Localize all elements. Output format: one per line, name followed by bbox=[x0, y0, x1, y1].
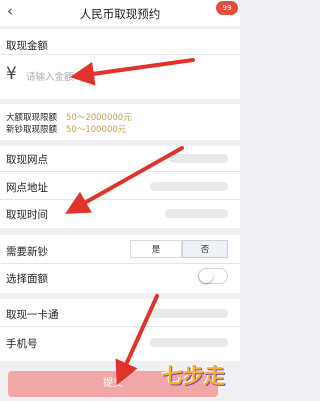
phone-label: 手机号 bbox=[6, 338, 38, 350]
large-limit-label: 大额取现限额 bbox=[6, 113, 58, 123]
time-value-blurred[interactable] bbox=[165, 209, 228, 218]
watermark-logo: 七步走 bbox=[162, 364, 225, 388]
new-notes-no-button[interactable]: 否 bbox=[182, 240, 228, 258]
card-value-blurred[interactable] bbox=[150, 309, 228, 318]
branch-value-blurred[interactable] bbox=[170, 154, 228, 163]
toggle-knob bbox=[199, 269, 213, 283]
address-value-blurred bbox=[150, 182, 228, 191]
yen-icon: ¥ bbox=[6, 64, 17, 84]
card-label[interactable]: 取现一卡通 bbox=[6, 307, 59, 322]
new-notes-limit-label: 新钞取现限额 bbox=[6, 125, 58, 135]
amount-section: 取现金额 bbox=[0, 29, 240, 99]
page-title: 人民币取现预约 bbox=[79, 7, 161, 21]
large-limit-value: 50～2000000元 bbox=[66, 113, 132, 123]
new-notes-label: 需要新钞 bbox=[6, 246, 48, 258]
time-label[interactable]: 取现时间 bbox=[6, 207, 48, 222]
amount-section-label: 取现金额 bbox=[6, 40, 48, 52]
address-label: 网点地址 bbox=[6, 182, 48, 194]
new-notes-yes-button[interactable]: 是 bbox=[130, 240, 182, 258]
divider bbox=[0, 199, 240, 200]
divider bbox=[0, 171, 240, 172]
phone-value-blurred[interactable] bbox=[150, 338, 228, 347]
divider bbox=[0, 54, 240, 55]
new-notes-limit-value: 50～100000元 bbox=[66, 125, 127, 135]
top-nav-bar: ‹ 人民币取现预约 99 bbox=[0, 0, 240, 26]
divider bbox=[0, 326, 240, 327]
denomination-toggle[interactable] bbox=[198, 268, 228, 284]
divider bbox=[0, 263, 240, 264]
branch-label[interactable]: 取现网点 bbox=[6, 152, 48, 167]
amount-input[interactable]: 请输入金额 bbox=[26, 69, 74, 83]
denomination-label: 选择面额 bbox=[6, 273, 48, 285]
notification-badge[interactable]: 99 bbox=[216, 1, 238, 15]
